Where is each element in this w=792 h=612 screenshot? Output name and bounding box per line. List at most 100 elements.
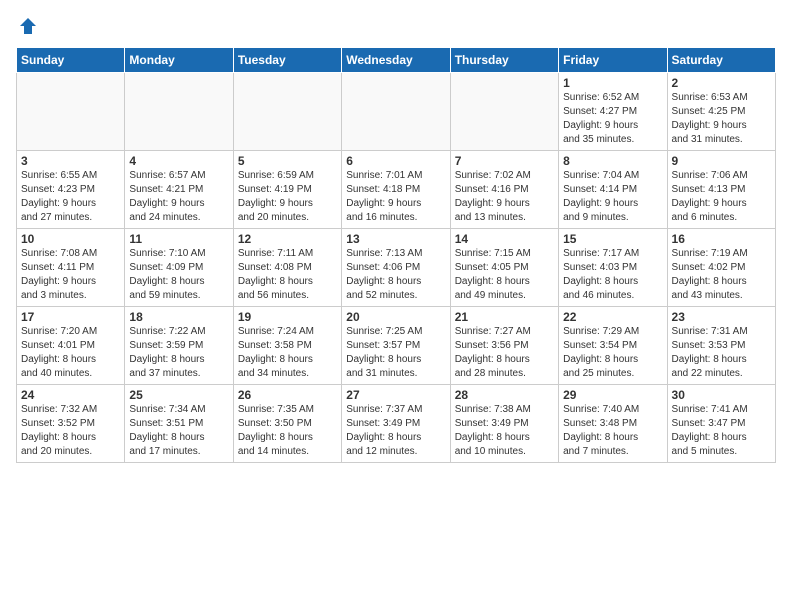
day-cell: 25Sunrise: 7:34 AM Sunset: 3:51 PM Dayli… [125,385,233,463]
day-info: Sunrise: 7:13 AM Sunset: 4:06 PM Dayligh… [346,247,445,303]
day-number: 12 [238,232,337,246]
day-number: 17 [21,310,120,324]
day-cell: 2Sunrise: 6:53 AM Sunset: 4:25 PM Daylig… [667,73,775,151]
weekday-header-wednesday: Wednesday [342,48,450,73]
day-number: 29 [563,388,662,402]
day-number: 3 [21,154,120,168]
day-info: Sunrise: 7:02 AM Sunset: 4:16 PM Dayligh… [455,169,554,225]
day-number: 9 [672,154,771,168]
day-number: 30 [672,388,771,402]
day-number: 22 [563,310,662,324]
calendar: SundayMondayTuesdayWednesdayThursdayFrid… [16,47,776,463]
day-number: 14 [455,232,554,246]
week-row-1: 1Sunrise: 6:52 AM Sunset: 4:27 PM Daylig… [17,73,776,151]
day-cell: 17Sunrise: 7:20 AM Sunset: 4:01 PM Dayli… [17,307,125,385]
day-info: Sunrise: 7:24 AM Sunset: 3:58 PM Dayligh… [238,325,337,381]
day-info: Sunrise: 7:27 AM Sunset: 3:56 PM Dayligh… [455,325,554,381]
day-cell: 20Sunrise: 7:25 AM Sunset: 3:57 PM Dayli… [342,307,450,385]
day-number: 19 [238,310,337,324]
logo [16,20,38,41]
weekday-header-tuesday: Tuesday [233,48,341,73]
day-info: Sunrise: 7:38 AM Sunset: 3:49 PM Dayligh… [455,403,554,459]
day-info: Sunrise: 6:59 AM Sunset: 4:19 PM Dayligh… [238,169,337,225]
week-row-2: 3Sunrise: 6:55 AM Sunset: 4:23 PM Daylig… [17,151,776,229]
day-info: Sunrise: 7:19 AM Sunset: 4:02 PM Dayligh… [672,247,771,303]
day-cell [233,73,341,151]
day-number: 6 [346,154,445,168]
day-cell: 11Sunrise: 7:10 AM Sunset: 4:09 PM Dayli… [125,229,233,307]
day-info: Sunrise: 6:52 AM Sunset: 4:27 PM Dayligh… [563,91,662,147]
weekday-header-friday: Friday [559,48,667,73]
day-cell: 23Sunrise: 7:31 AM Sunset: 3:53 PM Dayli… [667,307,775,385]
day-info: Sunrise: 7:11 AM Sunset: 4:08 PM Dayligh… [238,247,337,303]
weekday-header-thursday: Thursday [450,48,558,73]
day-cell: 24Sunrise: 7:32 AM Sunset: 3:52 PM Dayli… [17,385,125,463]
day-info: Sunrise: 7:01 AM Sunset: 4:18 PM Dayligh… [346,169,445,225]
logo-icon [18,16,38,36]
weekday-header-saturday: Saturday [667,48,775,73]
day-info: Sunrise: 7:17 AM Sunset: 4:03 PM Dayligh… [563,247,662,303]
day-cell [342,73,450,151]
day-cell: 5Sunrise: 6:59 AM Sunset: 4:19 PM Daylig… [233,151,341,229]
day-info: Sunrise: 6:55 AM Sunset: 4:23 PM Dayligh… [21,169,120,225]
day-info: Sunrise: 7:34 AM Sunset: 3:51 PM Dayligh… [129,403,228,459]
day-info: Sunrise: 7:04 AM Sunset: 4:14 PM Dayligh… [563,169,662,225]
day-number: 24 [21,388,120,402]
day-cell: 19Sunrise: 7:24 AM Sunset: 3:58 PM Dayli… [233,307,341,385]
day-info: Sunrise: 6:57 AM Sunset: 4:21 PM Dayligh… [129,169,228,225]
day-number: 28 [455,388,554,402]
day-info: Sunrise: 7:06 AM Sunset: 4:13 PM Dayligh… [672,169,771,225]
day-number: 20 [346,310,445,324]
weekday-header-sunday: Sunday [17,48,125,73]
day-cell: 22Sunrise: 7:29 AM Sunset: 3:54 PM Dayli… [559,307,667,385]
day-info: Sunrise: 7:35 AM Sunset: 3:50 PM Dayligh… [238,403,337,459]
day-number: 13 [346,232,445,246]
day-cell: 15Sunrise: 7:17 AM Sunset: 4:03 PM Dayli… [559,229,667,307]
day-number: 15 [563,232,662,246]
day-number: 16 [672,232,771,246]
day-info: Sunrise: 7:08 AM Sunset: 4:11 PM Dayligh… [21,247,120,303]
day-info: Sunrise: 7:10 AM Sunset: 4:09 PM Dayligh… [129,247,228,303]
week-row-3: 10Sunrise: 7:08 AM Sunset: 4:11 PM Dayli… [17,229,776,307]
day-cell [450,73,558,151]
day-cell: 1Sunrise: 6:52 AM Sunset: 4:27 PM Daylig… [559,73,667,151]
day-number: 4 [129,154,228,168]
day-cell [17,73,125,151]
day-info: Sunrise: 7:22 AM Sunset: 3:59 PM Dayligh… [129,325,228,381]
day-info: Sunrise: 7:31 AM Sunset: 3:53 PM Dayligh… [672,325,771,381]
day-number: 27 [346,388,445,402]
day-cell: 6Sunrise: 7:01 AM Sunset: 4:18 PM Daylig… [342,151,450,229]
day-number: 18 [129,310,228,324]
day-info: Sunrise: 7:32 AM Sunset: 3:52 PM Dayligh… [21,403,120,459]
day-cell: 26Sunrise: 7:35 AM Sunset: 3:50 PM Dayli… [233,385,341,463]
day-number: 23 [672,310,771,324]
day-info: Sunrise: 7:40 AM Sunset: 3:48 PM Dayligh… [563,403,662,459]
weekday-header-monday: Monday [125,48,233,73]
day-cell: 9Sunrise: 7:06 AM Sunset: 4:13 PM Daylig… [667,151,775,229]
day-info: Sunrise: 7:25 AM Sunset: 3:57 PM Dayligh… [346,325,445,381]
day-info: Sunrise: 6:53 AM Sunset: 4:25 PM Dayligh… [672,91,771,147]
day-number: 2 [672,76,771,90]
day-info: Sunrise: 7:20 AM Sunset: 4:01 PM Dayligh… [21,325,120,381]
day-cell: 21Sunrise: 7:27 AM Sunset: 3:56 PM Dayli… [450,307,558,385]
day-number: 25 [129,388,228,402]
day-cell: 10Sunrise: 7:08 AM Sunset: 4:11 PM Dayli… [17,229,125,307]
day-number: 10 [21,232,120,246]
day-cell: 16Sunrise: 7:19 AM Sunset: 4:02 PM Dayli… [667,229,775,307]
week-row-5: 24Sunrise: 7:32 AM Sunset: 3:52 PM Dayli… [17,385,776,463]
day-cell: 29Sunrise: 7:40 AM Sunset: 3:48 PM Dayli… [559,385,667,463]
day-info: Sunrise: 7:15 AM Sunset: 4:05 PM Dayligh… [455,247,554,303]
day-number: 1 [563,76,662,90]
day-info: Sunrise: 7:41 AM Sunset: 3:47 PM Dayligh… [672,403,771,459]
day-info: Sunrise: 7:37 AM Sunset: 3:49 PM Dayligh… [346,403,445,459]
day-number: 8 [563,154,662,168]
day-info: Sunrise: 7:29 AM Sunset: 3:54 PM Dayligh… [563,325,662,381]
week-row-4: 17Sunrise: 7:20 AM Sunset: 4:01 PM Dayli… [17,307,776,385]
day-number: 21 [455,310,554,324]
day-cell: 18Sunrise: 7:22 AM Sunset: 3:59 PM Dayli… [125,307,233,385]
day-cell: 30Sunrise: 7:41 AM Sunset: 3:47 PM Dayli… [667,385,775,463]
day-cell: 8Sunrise: 7:04 AM Sunset: 4:14 PM Daylig… [559,151,667,229]
weekday-header-row: SundayMondayTuesdayWednesdayThursdayFrid… [17,48,776,73]
day-cell: 13Sunrise: 7:13 AM Sunset: 4:06 PM Dayli… [342,229,450,307]
day-cell: 4Sunrise: 6:57 AM Sunset: 4:21 PM Daylig… [125,151,233,229]
